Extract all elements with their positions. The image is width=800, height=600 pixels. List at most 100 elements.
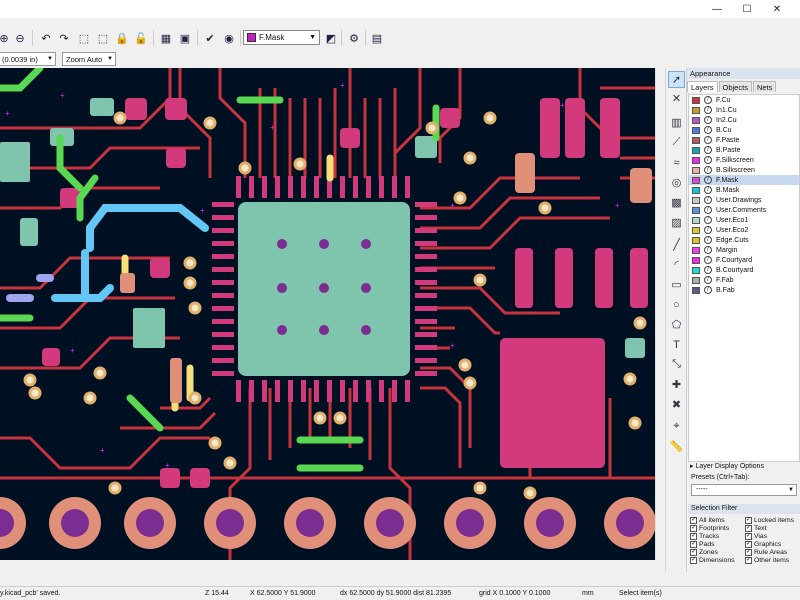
add-zone-icon[interactable]: ▩ xyxy=(668,194,685,211)
layer-row[interactable]: / User.Drawings xyxy=(689,195,799,205)
draw-circle-icon[interactable]: ○ xyxy=(668,296,685,313)
layer-row[interactable]: / B.Silkscreen xyxy=(689,165,799,175)
layer-color-swatch[interactable] xyxy=(692,226,700,234)
layer-color-swatch[interactable] xyxy=(692,116,700,124)
layer-color-swatch[interactable] xyxy=(692,166,700,174)
rotate-ccw-icon[interactable]: ↶ xyxy=(38,30,54,46)
zoom-select[interactable]: Zoom Auto ▼ xyxy=(62,52,116,66)
visibility-icon[interactable]: / xyxy=(704,176,712,184)
origin-icon[interactable]: ✚ xyxy=(668,376,685,393)
filter-checkbox[interactable]: ✓ Locked items xyxy=(745,516,800,524)
layer-row[interactable]: / F.Mask xyxy=(689,175,799,185)
visibility-icon[interactable]: / xyxy=(704,266,712,274)
draw-rectangle-icon[interactable]: ▭ xyxy=(668,276,685,293)
layer-row[interactable]: / F.Cu xyxy=(689,95,799,105)
minimize-button[interactable]: — xyxy=(702,0,732,18)
zoom-in-icon[interactable]: ⊕ xyxy=(0,30,12,46)
layer-color-swatch[interactable] xyxy=(692,246,700,254)
horizontal-scrollbar[interactable] xyxy=(0,560,665,570)
visibility-icon[interactable]: / xyxy=(704,206,712,214)
local-ratsnest-icon[interactable]: ✕ xyxy=(668,90,685,107)
grid-origin-icon[interactable]: ⌖ xyxy=(668,418,685,435)
filter-checkbox[interactable]: ✓ Pads xyxy=(690,540,745,548)
layer-row[interactable]: / Edge.Cuts xyxy=(689,235,799,245)
visibility-icon[interactable]: / xyxy=(704,186,712,194)
draw-line-icon[interactable]: ╱ xyxy=(668,236,685,253)
filter-checkbox[interactable]: ✓ Zones xyxy=(690,548,745,556)
filter-checkbox[interactable]: ✓ Tracks xyxy=(690,532,745,540)
delete-icon[interactable]: ✖ xyxy=(668,396,685,413)
filter-checkbox[interactable]: ✓ All items xyxy=(690,516,745,524)
grid-select[interactable]: (0.0039 in) ▼ xyxy=(0,52,56,66)
presets-select[interactable]: ----- ▼ xyxy=(691,484,797,496)
route-track-icon[interactable]: ⟋ xyxy=(668,134,685,151)
layer-color-swatch[interactable] xyxy=(692,286,700,294)
visibility-icon[interactable]: / xyxy=(704,226,712,234)
layer-row[interactable]: / B.Cu xyxy=(689,125,799,135)
tab-objects[interactable]: Objects xyxy=(718,81,752,92)
unlock-icon[interactable]: 🔓 xyxy=(133,30,149,46)
filter-checkbox[interactable]: ✓ Dimensions xyxy=(690,556,745,564)
layer-pair-icon[interactable]: ◩ xyxy=(323,30,339,46)
visibility-icon[interactable]: / xyxy=(704,126,712,134)
visibility-icon[interactable]: / xyxy=(704,236,712,244)
filter-checkbox[interactable]: ✓ Other items xyxy=(745,556,800,564)
layer-color-swatch[interactable] xyxy=(692,96,700,104)
console-icon[interactable]: ▤ xyxy=(369,30,385,46)
group-icon[interactable]: ⬚ xyxy=(76,30,92,46)
route-diff-pair-icon[interactable]: ≈ xyxy=(668,154,685,171)
visibility-icon[interactable]: / xyxy=(704,286,712,294)
layer-color-swatch[interactable] xyxy=(692,176,700,184)
vertical-scrollbar[interactable] xyxy=(655,68,665,560)
layer-color-swatch[interactable] xyxy=(692,126,700,134)
visibility-icon[interactable]: / xyxy=(704,156,712,164)
scripting-icon[interactable]: ⚙ xyxy=(346,30,362,46)
layer-color-swatch[interactable] xyxy=(692,146,700,154)
measure-icon[interactable]: 📏 xyxy=(668,438,685,455)
visibility-icon[interactable]: / xyxy=(704,166,712,174)
layer-row[interactable]: / Margin xyxy=(689,245,799,255)
add-text-icon[interactable]: T xyxy=(668,336,685,353)
draw-polygon-icon[interactable]: ⬠ xyxy=(668,316,685,333)
layer-row[interactable]: / In2.Cu xyxy=(689,115,799,125)
place-footprint-icon[interactable]: ▥ xyxy=(668,114,685,131)
layer-color-swatch[interactable] xyxy=(692,186,700,194)
tab-layers[interactable]: Layers xyxy=(687,81,718,92)
layer-row[interactable]: / B.Mask xyxy=(689,185,799,195)
visibility-icon[interactable]: / xyxy=(704,136,712,144)
close-button[interactable]: ✕ xyxy=(762,0,792,18)
netlist-icon[interactable]: ▦ xyxy=(158,30,174,46)
add-via-icon[interactable]: ◎ xyxy=(668,174,685,191)
layer-row[interactable]: / F.Courtyard xyxy=(689,255,799,265)
visibility-icon[interactable]: / xyxy=(704,246,712,254)
layer-row[interactable]: / User.Eco1 xyxy=(689,215,799,225)
layer-row[interactable]: / B.Courtyard xyxy=(689,265,799,275)
visibility-icon[interactable]: / xyxy=(704,216,712,224)
visibility-icon[interactable]: / xyxy=(704,106,712,114)
visibility-icon[interactable]: / xyxy=(704,146,712,154)
select-tool-icon[interactable]: ➚ xyxy=(668,71,685,88)
layer-color-swatch[interactable] xyxy=(692,256,700,264)
layer-row[interactable]: / In1.Cu xyxy=(689,105,799,115)
layer-row[interactable]: / F.Fab xyxy=(689,275,799,285)
layer-row[interactable]: / User.Eco2 xyxy=(689,225,799,235)
layer-row[interactable]: / B.Fab xyxy=(689,285,799,295)
layer-color-swatch[interactable] xyxy=(692,216,700,224)
visibility-icon[interactable]: / xyxy=(704,276,712,284)
filter-checkbox[interactable]: ✓ Rule Areas xyxy=(745,548,800,556)
layer-color-swatch[interactable] xyxy=(692,156,700,164)
pcb-canvas[interactable]: + + + + + + + + + + + + xyxy=(0,68,655,560)
layer-row[interactable]: / B.Paste xyxy=(689,145,799,155)
footprint-browser-icon[interactable]: ▣ xyxy=(177,30,193,46)
visibility-icon[interactable]: / xyxy=(704,196,712,204)
active-layer-select[interactable]: F.Mask ▼ xyxy=(243,30,320,45)
layer-color-swatch[interactable] xyxy=(692,206,700,214)
layer-color-swatch[interactable] xyxy=(692,276,700,284)
layer-row[interactable]: / User.Comments xyxy=(689,205,799,215)
ungroup-icon[interactable]: ⬚ xyxy=(95,30,111,46)
layer-color-swatch[interactable] xyxy=(692,196,700,204)
filter-checkbox[interactable]: ✓ Footprints xyxy=(690,524,745,532)
layer-display-options[interactable]: ▸ Layer Display Options xyxy=(690,462,764,470)
filter-checkbox[interactable]: ✓ Text xyxy=(745,524,800,532)
maximize-button[interactable]: ☐ xyxy=(732,0,762,18)
